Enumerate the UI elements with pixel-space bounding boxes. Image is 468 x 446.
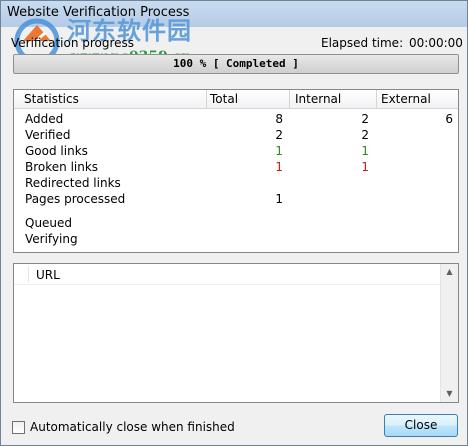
elapsed-time-value: 00:00:00 <box>409 36 463 50</box>
good-links-total: 1 <box>275 144 283 158</box>
row-label-verified: Verified <box>25 128 71 142</box>
scroll-down-icon[interactable]: ▼ <box>441 386 458 402</box>
row-label-redirected-links: Redirected links <box>25 176 121 190</box>
progress-bar: 100 % [ Completed ] <box>13 54 459 74</box>
verified-internal: 2 <box>361 128 369 142</box>
column-header-url[interactable]: URL <box>36 268 60 282</box>
progress-text: 100 % [ Completed ] <box>173 57 299 70</box>
added-total: 8 <box>275 112 283 126</box>
added-internal: 2 <box>361 112 369 126</box>
good-links-internal: 1 <box>361 144 369 158</box>
row-label-good-links: Good links <box>25 144 88 158</box>
statistics-table: Statistics Total Internal External Added… <box>13 89 459 253</box>
url-list-scrollbar[interactable]: ▲ ▼ <box>440 264 458 402</box>
pages-processed-total: 1 <box>275 192 283 206</box>
column-header-total[interactable]: Total <box>210 92 238 106</box>
row-label-broken-links: Broken links <box>25 160 99 174</box>
url-list-header: URL <box>14 264 440 284</box>
column-header-statistics[interactable]: Statistics <box>24 92 79 106</box>
row-label-verifying: Verifying <box>25 232 78 246</box>
added-external: 6 <box>445 112 453 126</box>
auto-close-checkbox[interactable] <box>12 421 25 434</box>
progress-label: Verification progress <box>11 36 135 50</box>
statistics-header: Statistics Total Internal External <box>14 90 458 109</box>
url-list[interactable]: URL ▲ ▼ <box>13 263 459 403</box>
verified-total: 2 <box>275 128 283 142</box>
close-button[interactable]: Close <box>384 414 458 437</box>
broken-links-internal: 1 <box>361 160 369 174</box>
row-label-queued: Queued <box>25 216 73 230</box>
column-header-external[interactable]: External <box>381 92 431 106</box>
auto-close-label[interactable]: Automatically close when finished <box>30 420 235 434</box>
scroll-up-icon[interactable]: ▲ <box>441 264 458 280</box>
row-label-pages-processed: Pages processed <box>25 192 126 206</box>
verification-window: Website Verification Process 河东软件园 www.p… <box>0 0 468 446</box>
elapsed-time-label: Elapsed time: <box>321 36 404 50</box>
broken-links-total: 1 <box>275 160 283 174</box>
column-header-internal[interactable]: Internal <box>295 92 341 106</box>
row-label-added: Added <box>25 112 64 126</box>
